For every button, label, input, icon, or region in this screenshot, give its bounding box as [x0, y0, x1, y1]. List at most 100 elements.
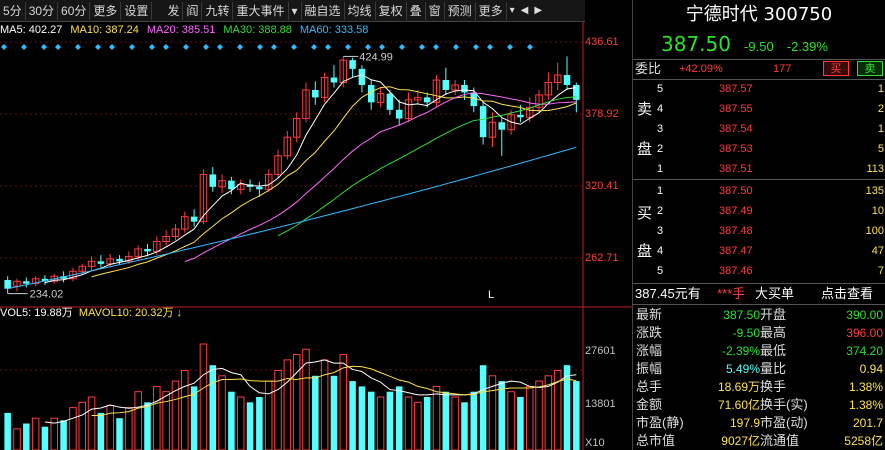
order-book-row[interactable]: 5 387.57 1	[633, 80, 885, 98]
candle-body	[312, 89, 319, 98]
sell-button[interactable]: 卖	[857, 61, 883, 76]
signal-marker-icon	[453, 44, 459, 50]
buy-button[interactable]: 买	[823, 61, 849, 76]
price-tick: 262.71	[585, 252, 619, 264]
order-book-row[interactable]: 1 387.50 135	[633, 182, 885, 200]
toolbar-item[interactable]: 60分	[58, 1, 91, 20]
volume-bar	[13, 428, 21, 450]
chart-toolbar: 5分 30分 60分 更多 设置发阎九转 重大事件 ▾ 融自选 均线 复权叠窗预测 更多 ▾ ◀ ▶	[0, 0, 585, 22]
signal-marker-icon	[183, 44, 189, 50]
stat-row: 总手 18.69万 换手 1.38%	[636, 379, 883, 394]
signal-marker-icon	[21, 44, 27, 50]
low-label: 234.02	[30, 289, 64, 301]
volume-bar	[181, 370, 189, 450]
order-book-row[interactable]: 3 387.48 100	[633, 222, 885, 240]
candle-body	[498, 122, 506, 130]
volume-bar	[470, 391, 478, 450]
high-label: 424.99	[359, 51, 393, 63]
price-tick: 436.61	[585, 36, 619, 48]
order-book-row[interactable]: 4 387.55 2	[633, 100, 885, 118]
stat-row: 振幅 5.49% 量比 0.94	[636, 361, 883, 376]
sell-side-label: 盘	[637, 141, 653, 158]
order-book-row[interactable]: 1 387.51 113	[633, 160, 885, 178]
toolbar-item[interactable]: ▾	[289, 1, 302, 20]
toolbar-item[interactable]: 阎	[183, 1, 203, 20]
volume-tick: X10	[585, 437, 605, 449]
signal-marker-icon	[163, 44, 169, 50]
signal-marker-icon	[507, 44, 513, 50]
signal-marker-icon	[41, 44, 47, 50]
volume-bar	[414, 401, 422, 450]
toolbar-arrow-icon[interactable]: ◀	[518, 5, 532, 16]
candle-body	[4, 279, 11, 289]
volume-bar	[264, 380, 273, 450]
order-book-row[interactable]: 2 387.49 10	[633, 202, 885, 220]
volume-bar	[69, 407, 77, 450]
order-book-row[interactable]: 3 387.54 1	[633, 120, 885, 138]
toolbar-item[interactable]: 九转	[202, 1, 234, 20]
stats-grid: 最新 387.50 开盘 390.00 涨跌 -9.50 最高 396.00 涨幅 -2.39% 最…	[632, 306, 885, 450]
toolbar-item[interactable]: 窗	[426, 1, 445, 20]
candle-body	[116, 258, 123, 262]
last-price: 387.50	[661, 32, 731, 56]
toolbar-item[interactable]: 预测	[445, 1, 476, 20]
toolbar-item[interactable]: 更多	[476, 1, 507, 20]
toolbar-item[interactable]: 均线	[345, 1, 376, 20]
volume-bar	[386, 391, 394, 450]
signal-marker-icon	[365, 44, 371, 50]
toolbar-item[interactable]: 更多	[90, 1, 122, 20]
toolbar-item[interactable]: 融自选	[302, 1, 345, 20]
signal-marker-icon	[345, 44, 351, 50]
volume-bar	[162, 391, 170, 450]
volume-bar	[395, 386, 403, 450]
volume-bar	[423, 397, 431, 450]
price-tick: 320.41	[585, 180, 619, 192]
volume-bar	[209, 365, 217, 450]
stock-name: 宁德时代 300750	[685, 4, 833, 25]
signal-marker-icon	[433, 44, 439, 50]
toolbar-arrow-icon[interactable]: ▾	[507, 5, 518, 16]
volume-bar	[60, 420, 67, 450]
order-book-row[interactable]: 5 387.46 7	[633, 262, 885, 280]
toolbar-item[interactable]: 复权	[376, 1, 407, 20]
order-book-row[interactable]: 2 387.53 5	[633, 140, 885, 158]
volume-bar	[256, 397, 263, 450]
toolbar-item[interactable]: 叠	[407, 1, 426, 20]
volume-bar	[134, 391, 142, 450]
volume-bar	[535, 380, 543, 450]
volume-bar	[525, 385, 534, 450]
signal-marker-icon	[129, 44, 135, 50]
candle-body	[209, 174, 217, 187]
kline-chart[interactable]: 424.99 234.02 L	[0, 22, 632, 450]
stat-row: 总市值 9027亿 流通值 5258亿	[636, 433, 883, 448]
level-marker: L	[488, 289, 494, 301]
volume-bar	[87, 396, 96, 450]
toolbar-item[interactable]: 发	[164, 1, 184, 20]
candle-body	[256, 186, 263, 190]
order-book-row[interactable]: 4 387.47 47	[633, 242, 885, 260]
candle-body	[330, 77, 338, 83]
toolbar-item[interactable]: 5分	[0, 1, 26, 20]
volume-bar	[31, 417, 40, 450]
vol5-label: VOL5: 19.88万	[0, 307, 73, 319]
stat-row: 涨幅 -2.39% 最低 374.20	[636, 343, 883, 358]
volume-bar	[97, 412, 105, 450]
toolbar-arrow-icon[interactable]: ▶	[531, 5, 545, 16]
candle-body	[517, 114, 524, 118]
toolbar-item[interactable]: 设置	[121, 1, 153, 20]
candle-body	[228, 180, 235, 190]
toolbar-item[interactable]: 30分	[26, 1, 59, 20]
volume-bar	[451, 396, 459, 450]
mavol10-label: MAVOL10: 20.32万	[78, 307, 174, 319]
toolbar-item[interactable]: 重大事件	[233, 1, 289, 20]
volume-bar	[404, 396, 413, 450]
price-change: -9.50	[744, 39, 774, 54]
volume-legend: VOL5: 19.88万 MAVOL10: 20.32万 ↓	[0, 307, 183, 319]
volume-bar	[283, 359, 292, 450]
signal-marker-icon	[325, 44, 331, 50]
ma60-line	[7, 146, 577, 290]
volume-bar	[376, 396, 385, 450]
candle-body	[395, 109, 403, 119]
big-order-bar[interactable]: 387.45元有 ***手 大买单 点击查看	[635, 285, 885, 303]
signal-marker-icon	[257, 44, 263, 50]
